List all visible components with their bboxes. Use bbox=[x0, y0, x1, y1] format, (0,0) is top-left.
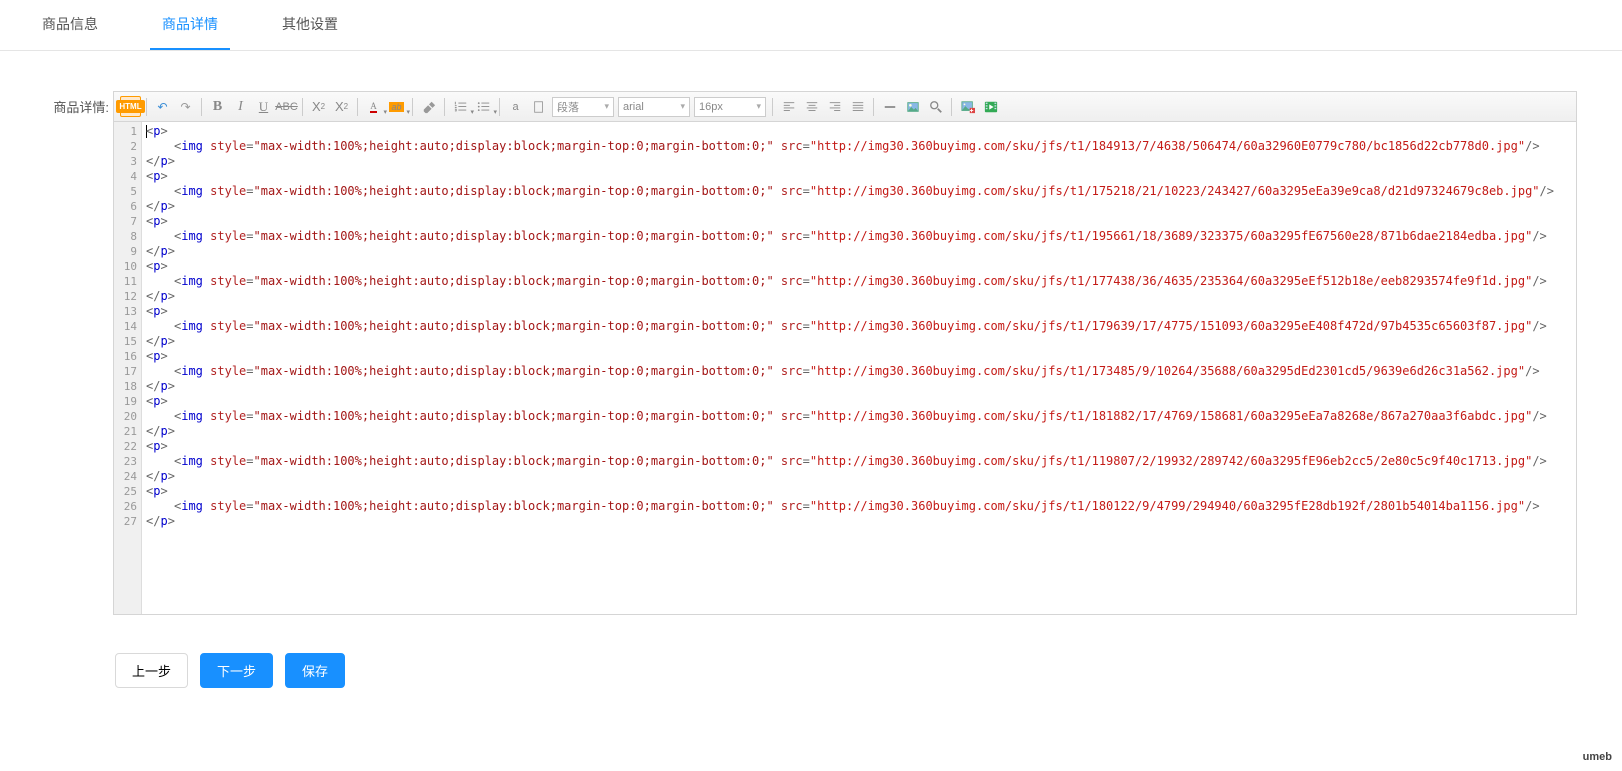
magnifier-icon bbox=[929, 100, 943, 114]
align-center-button[interactable] bbox=[801, 96, 822, 117]
upload-image-button[interactable] bbox=[957, 96, 978, 117]
align-left-icon bbox=[782, 100, 796, 114]
tab-product-info[interactable]: 商品信息 bbox=[30, 0, 110, 50]
content-area: 商品详情: HTML ↶ ↷ B I U ABC X2 X2 A▾ ab▾ bbox=[0, 51, 1622, 635]
button-row: 上一步 下一步 保存 bbox=[0, 635, 1622, 706]
unordered-list-button[interactable]: ▾ bbox=[473, 96, 494, 117]
align-right-button[interactable] bbox=[824, 96, 845, 117]
separator bbox=[412, 98, 413, 116]
align-justify-icon bbox=[851, 100, 865, 114]
code-content[interactable]: <p><img style="max-width:100%;height:aut… bbox=[142, 122, 1576, 614]
clear-format-button[interactable] bbox=[418, 96, 439, 117]
unlink-button[interactable] bbox=[528, 96, 549, 117]
upload-video-button[interactable] bbox=[980, 96, 1001, 117]
tab-other-settings[interactable]: 其他设置 bbox=[270, 0, 350, 50]
hr-icon bbox=[883, 100, 897, 114]
source-button[interactable]: HTML bbox=[120, 96, 141, 117]
align-justify-button[interactable] bbox=[847, 96, 868, 117]
image-button[interactable] bbox=[902, 96, 923, 117]
save-button[interactable]: 保存 bbox=[285, 653, 345, 688]
separator bbox=[201, 98, 202, 116]
html-icon: HTML bbox=[116, 100, 144, 113]
detail-label: 商品详情: bbox=[45, 91, 113, 615]
next-button[interactable]: 下一步 bbox=[200, 653, 273, 688]
prev-button[interactable]: 上一步 bbox=[115, 653, 188, 688]
upload-image-icon bbox=[961, 100, 975, 114]
tab-product-detail[interactable]: 商品详情 bbox=[150, 0, 230, 50]
editor-toolbar: HTML ↶ ↷ B I U ABC X2 X2 A▾ ab▾ ▾ bbox=[114, 92, 1576, 122]
horizontal-rule-button[interactable] bbox=[879, 96, 900, 117]
subscript-button[interactable]: X2 bbox=[331, 96, 352, 117]
brand-logo: umeb bbox=[1583, 751, 1612, 763]
preview-button[interactable] bbox=[925, 96, 946, 117]
separator bbox=[499, 98, 500, 116]
separator bbox=[873, 98, 874, 116]
separator bbox=[302, 98, 303, 116]
redo-button[interactable]: ↷ bbox=[175, 96, 196, 117]
unlink-icon bbox=[532, 100, 546, 114]
image-icon bbox=[906, 100, 920, 114]
separator bbox=[444, 98, 445, 116]
separator bbox=[772, 98, 773, 116]
superscript-button[interactable]: X2 bbox=[308, 96, 329, 117]
separator bbox=[951, 98, 952, 116]
link-button[interactable]: a bbox=[505, 96, 526, 117]
tabs-nav: 商品信息 商品详情 其他设置 bbox=[0, 0, 1622, 51]
align-right-icon bbox=[828, 100, 842, 114]
separator bbox=[357, 98, 358, 116]
ordered-list-button[interactable]: ▾ bbox=[450, 96, 471, 117]
ol-icon bbox=[454, 100, 468, 114]
separator bbox=[146, 98, 147, 116]
fontfamily-select[interactable]: arial bbox=[618, 97, 690, 117]
forecolor-button[interactable]: A▾ bbox=[363, 96, 384, 117]
align-center-icon bbox=[805, 100, 819, 114]
code-editor-area[interactable]: 1234567891011121314151617181920212223242… bbox=[114, 122, 1576, 614]
line-gutter: 1234567891011121314151617181920212223242… bbox=[114, 122, 142, 614]
fontsize-select[interactable]: 16px bbox=[694, 97, 766, 117]
backcolor-button[interactable]: ab▾ bbox=[386, 96, 407, 117]
video-icon bbox=[984, 100, 998, 114]
undo-button[interactable]: ↶ bbox=[152, 96, 173, 117]
strikethrough-button[interactable]: ABC bbox=[276, 96, 297, 117]
eraser-icon bbox=[422, 100, 436, 114]
paragraph-select[interactable]: 段落 bbox=[552, 97, 614, 117]
ul-icon bbox=[477, 100, 491, 114]
bold-button[interactable]: B bbox=[207, 96, 228, 117]
align-left-button[interactable] bbox=[778, 96, 799, 117]
italic-button[interactable]: I bbox=[230, 96, 251, 117]
rich-editor: HTML ↶ ↷ B I U ABC X2 X2 A▾ ab▾ ▾ bbox=[113, 91, 1577, 615]
underline-button[interactable]: U bbox=[253, 96, 274, 117]
